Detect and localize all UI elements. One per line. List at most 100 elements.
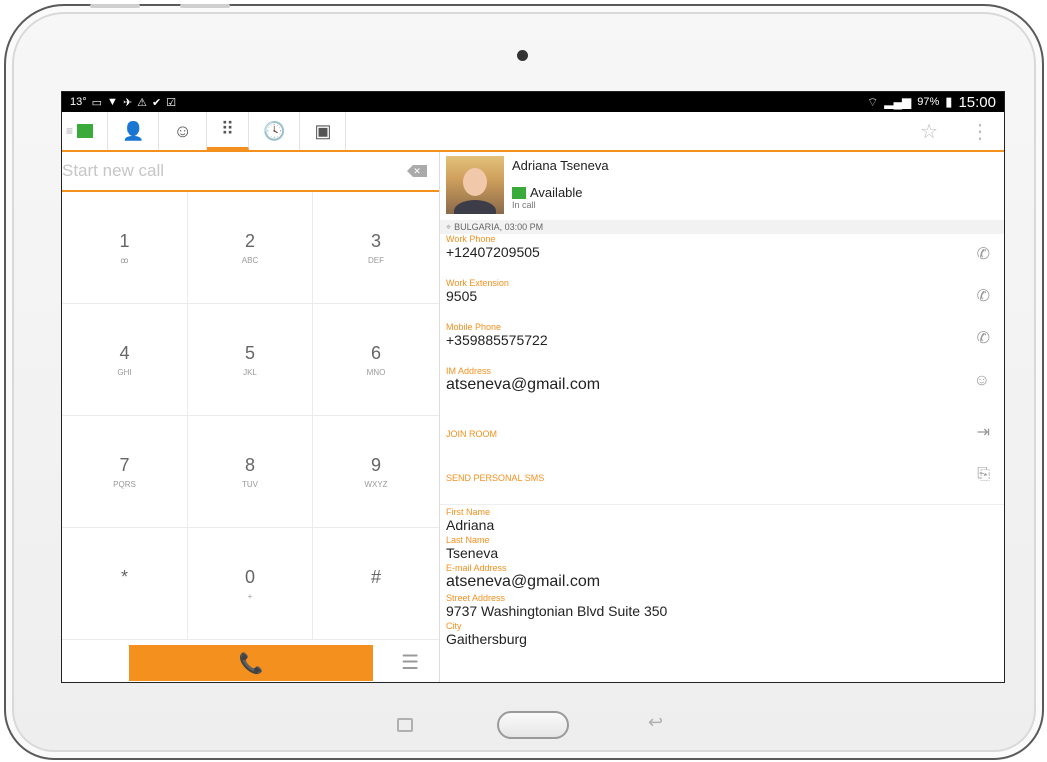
join-room-action[interactable]: JOIN ROOM ⇥ [440, 412, 1004, 456]
location-bar: ⌖ BULGARIA, 03:00 PM [440, 220, 1004, 234]
clock-time: 15:00 [958, 93, 996, 111]
email-value: atseneva@gmail.com [446, 573, 601, 590]
key-letters: WXYZ [364, 479, 388, 489]
key-3[interactable]: 3 DEF [313, 192, 439, 304]
dialpad-icon: ⠿ [220, 119, 235, 139]
back-icon[interactable]: ↩ [648, 712, 663, 733]
backspace-icon[interactable]: ✕ [407, 165, 427, 177]
key-digit: 7 [119, 454, 130, 475]
check-icon: ✔ [152, 96, 162, 109]
key-4[interactable]: 4 GHI [62, 304, 188, 416]
key-8[interactable]: 8 TUV [188, 416, 313, 528]
call-number-input[interactable] [62, 161, 407, 181]
field-label: Mobile Phone [446, 322, 502, 332]
flag-icon [77, 124, 94, 138]
field-value: 9505 [446, 288, 478, 304]
key-6[interactable]: 6 MNO [313, 304, 439, 416]
work-phone-field[interactable]: Work Phone +12407209505 ✆ [440, 234, 1004, 278]
contacts-icon: 👤 [122, 120, 145, 141]
city-label: City [446, 621, 462, 631]
warning-icon: ⚠ [137, 96, 148, 109]
key-1[interactable]: 1ꝏ [62, 192, 188, 304]
key-5[interactable]: 5 JKL [188, 304, 313, 416]
work-extension-field[interactable]: Work Extension 9505 ✆ [440, 278, 1004, 322]
contact-name: Adriana Tseneva [512, 158, 609, 173]
overflow-menu-icon[interactable]: ⋮ [970, 119, 990, 144]
call-history-icon[interactable]: ☰ [401, 650, 419, 675]
menu-lines-icon: ≡ [66, 124, 74, 138]
tab-chat[interactable]: ☺ [159, 112, 207, 150]
key-digit: 9 [370, 454, 381, 475]
field-label: Work Extension [446, 278, 509, 288]
call-button[interactable]: 📞 [129, 645, 373, 681]
city-value: Gaithersburg [446, 631, 527, 647]
key-digit: 4 [119, 342, 130, 363]
key-star[interactable]: * [62, 528, 188, 640]
key-letters: JKL [243, 367, 257, 377]
call-row: 📞 ☰ [62, 642, 439, 682]
key-0[interactable]: 0 + [188, 528, 313, 640]
key-letters: DEF [368, 255, 384, 265]
field-value: +12407209505 [446, 244, 540, 260]
key-letters: GHI [117, 367, 132, 377]
contact-header-text: Adriana Tseneva Available In call [512, 156, 609, 218]
tablet-top-edge [90, 4, 140, 8]
tab-presence[interactable]: ≡ [62, 112, 109, 150]
tab-voicemail[interactable]: ▣ [300, 112, 347, 150]
main-content: ✕ 1ꝏ 2 ABC 3 DEF 4 GHI 5 JKL 6MNO 7 PQRS 8TUV… [62, 152, 1004, 682]
phone-call-icon[interactable]: ✆ [977, 286, 990, 306]
presence-status: Available [512, 185, 609, 200]
recent-apps-button[interactable] [397, 718, 413, 732]
location-pin-icon: ⌖ [446, 221, 452, 232]
field-label: IM Address [446, 366, 492, 376]
phone-call-icon[interactable]: ✆ [977, 244, 990, 264]
tab-contacts[interactable]: 👤 [108, 112, 160, 150]
phone-call-icon: 📞 [238, 652, 264, 675]
presence-label: Available [530, 185, 583, 200]
presence-substatus: In call [512, 200, 536, 210]
key-letters: ABC [241, 255, 259, 265]
clipboard-icon: ☑ [166, 96, 177, 109]
avatar [446, 156, 504, 214]
key-hash[interactable]: # [313, 528, 439, 640]
sms-icon[interactable]: ⎘ [977, 466, 990, 484]
mobile-phone-field[interactable]: Mobile Phone +359885575722 ✆ [440, 322, 1004, 366]
status-right-icons: ⌔ ▂▄▆ 97% ▮ 15:00 [867, 94, 996, 111]
key-digit: 2 [244, 230, 255, 251]
airplane-icon: ✈ [122, 96, 133, 109]
screenshot-icon: ▭ [91, 96, 103, 109]
tab-history[interactable]: 🕓 [249, 112, 301, 150]
key-digit: 5 [244, 342, 255, 363]
location-text: BULGARIA, 03:00 PM [454, 222, 544, 232]
key-digit: 1 [119, 230, 130, 251]
contact-header: Adriana Tseneva Available In call [440, 152, 1004, 218]
battery-percent: 97% [917, 96, 940, 108]
phone-call-icon[interactable]: ✆ [977, 328, 990, 348]
favorite-star-icon[interactable]: ☆ [920, 119, 938, 144]
home-button[interactable] [497, 711, 569, 739]
tablet-top-edge [180, 4, 230, 8]
chat-icon[interactable]: ☺ [974, 372, 990, 390]
main-toolbar: ≡ 👤 ☺ ⠿ 🕓 ▣ ☆ ⋮ [62, 112, 1004, 152]
key-digit: 3 [370, 230, 381, 251]
toolbar-right: ☆ ⋮ [920, 112, 990, 150]
voicemail-icon: ▣ [314, 120, 332, 141]
contact-detail-panel: Adriana Tseneva Available In call ⌖ BULG… [440, 152, 1004, 682]
key-digit: 8 [244, 454, 255, 475]
first-name-value: Adriana [446, 517, 495, 533]
key-7[interactable]: 7 PQRS [62, 416, 188, 528]
street-address-label: Street Address [446, 593, 506, 603]
key-letters: + [247, 591, 253, 601]
status-bar: 13° ▭ ▼ ✈ ⚠ ✔ ☑ ⌔ ▂▄▆ 97% ▮ 15:00 [62, 92, 1004, 112]
field-label: Work Phone [446, 234, 496, 244]
key-letters: PQRS [113, 479, 136, 489]
tab-dialpad[interactable]: ⠿ [206, 112, 250, 150]
key-2[interactable]: 2 ABC [188, 192, 313, 304]
im-address-field[interactable]: IM Address atseneva@gmail.com ☺ [440, 366, 1004, 412]
key-digit: * [120, 566, 128, 587]
last-name-value: Tseneva [446, 545, 499, 561]
signal-icon: ▂▄▆ [884, 95, 912, 109]
key-9[interactable]: 9 WXYZ [313, 416, 439, 528]
join-room-icon[interactable]: ⇥ [977, 422, 990, 442]
send-sms-action[interactable]: SEND PERSONAL SMS ⎘ [440, 456, 1004, 500]
